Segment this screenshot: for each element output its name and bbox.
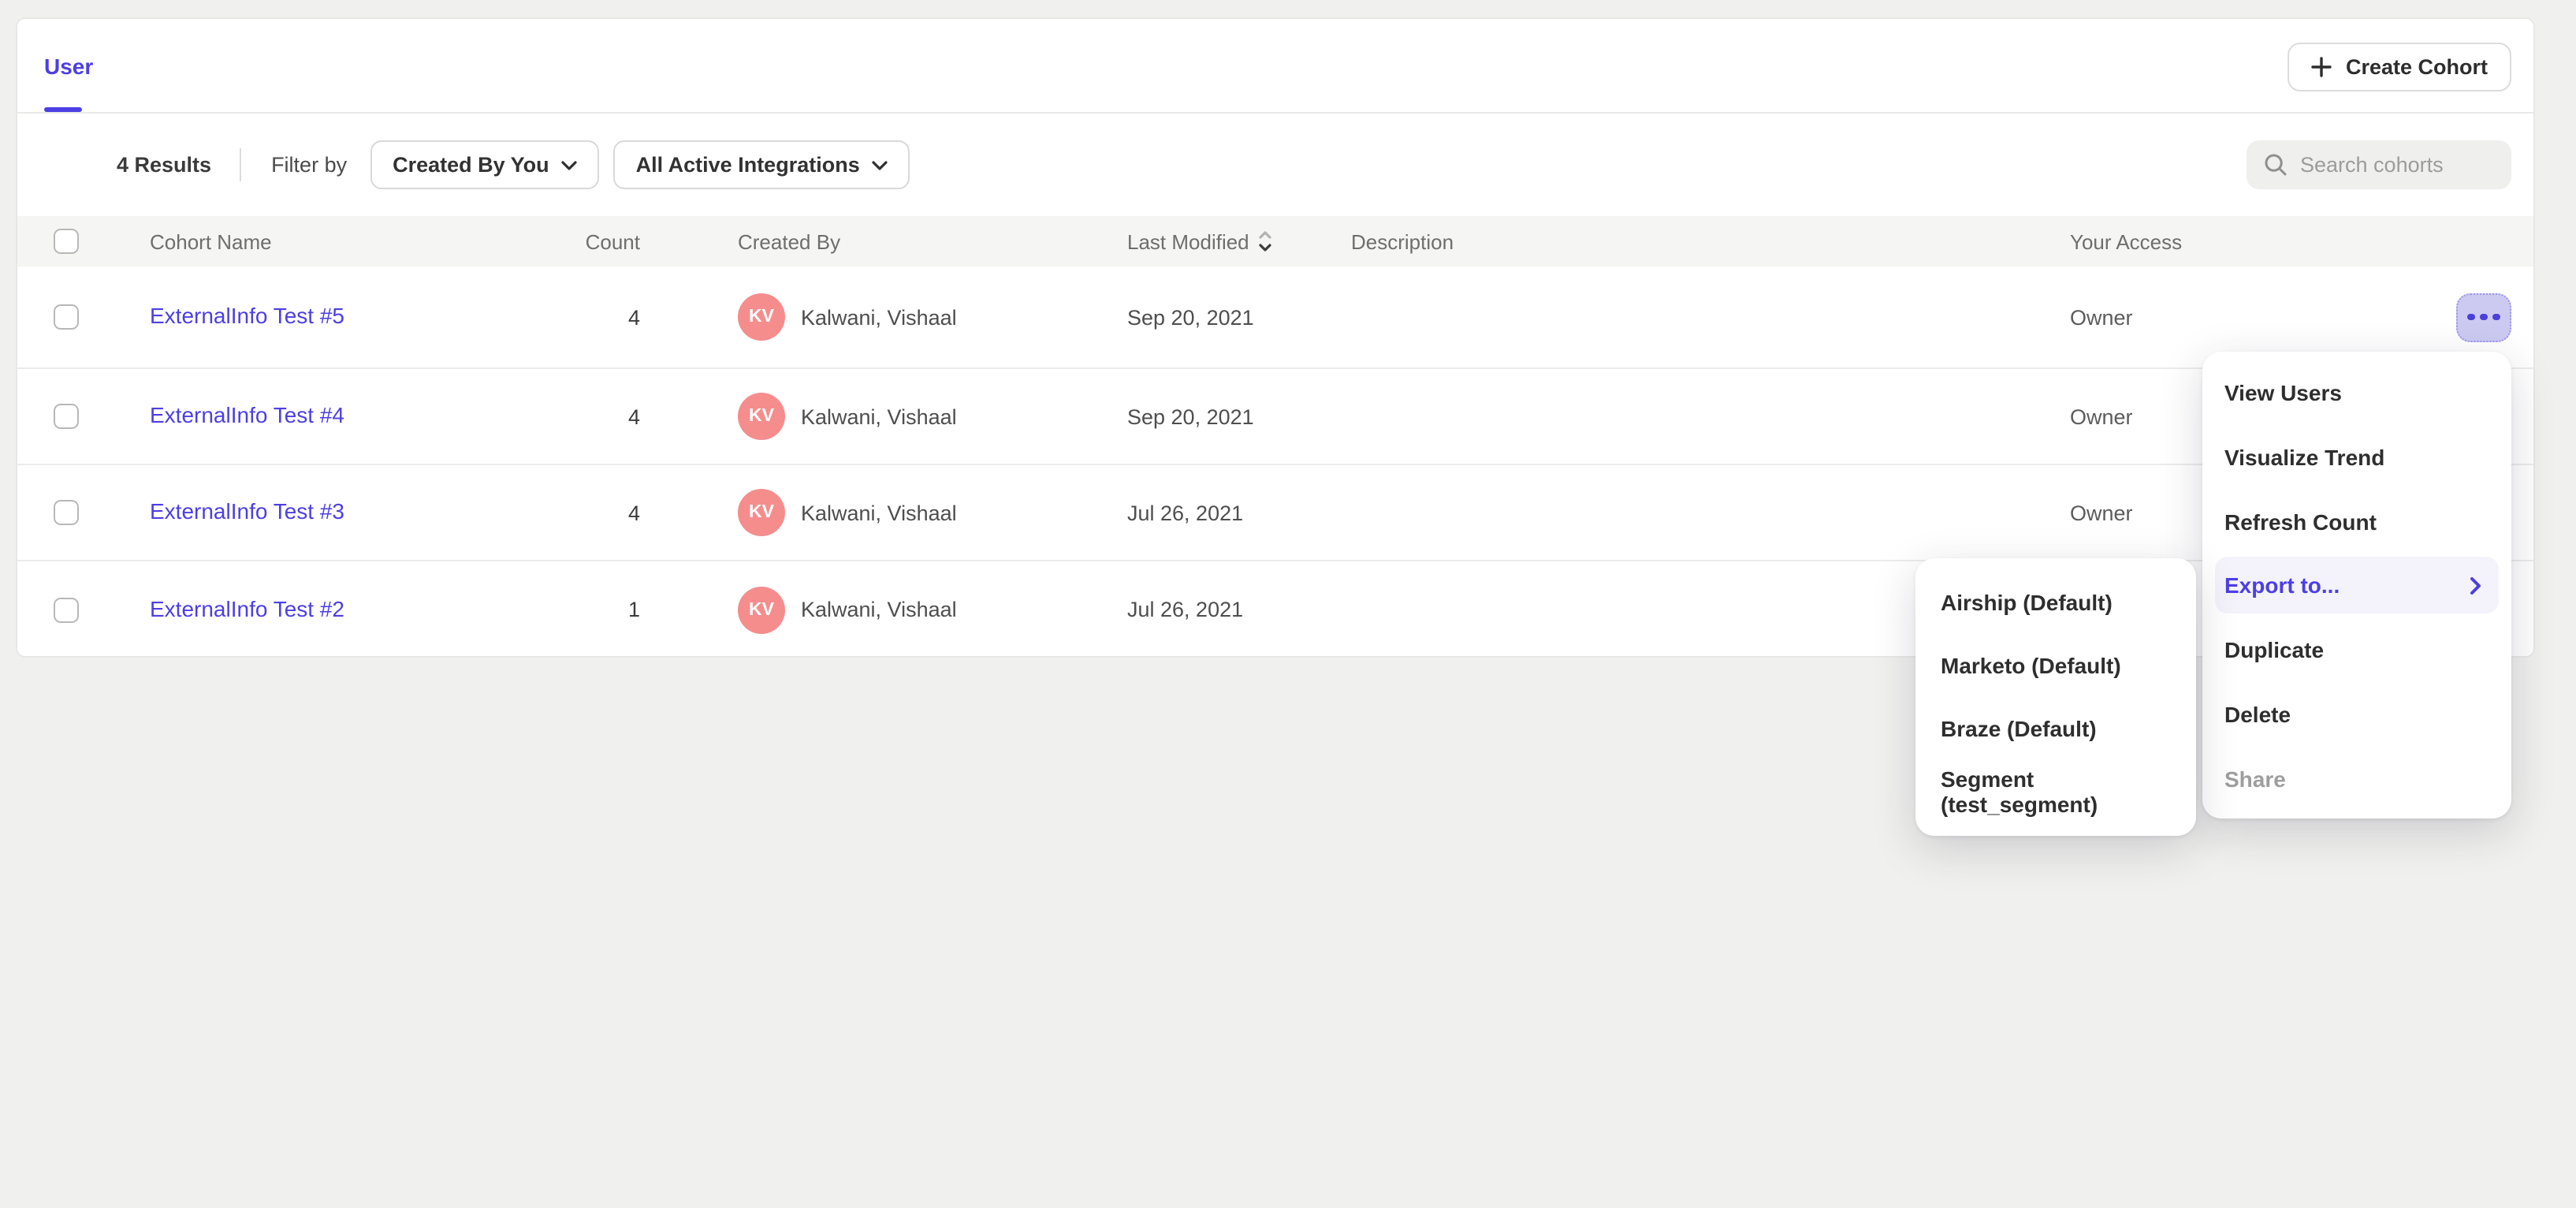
row-actions-button[interactable]: [2456, 293, 2511, 341]
created-by-name: Kalwani, Vishaal: [801, 598, 957, 621]
table-row: ExternalInfo Test #4 4 KV Kalwani, Visha…: [17, 369, 2533, 465]
menu-item-export-to[interactable]: Export to...: [2215, 557, 2499, 613]
ellipsis-icon: [2468, 314, 2475, 321]
tab-user-label: User: [44, 53, 93, 78]
chevron-down-icon: [562, 160, 578, 170]
last-modified-date: Jul 26, 2021: [1127, 501, 1351, 524]
create-cohort-button[interactable]: Create Cohort: [2288, 43, 2511, 91]
row-checkbox[interactable]: [54, 500, 79, 525]
cohort-count: 4: [553, 405, 640, 428]
create-cohort-label: Create Cohort: [2346, 55, 2488, 79]
submenu-item-braze[interactable]: Braze (Default): [1915, 697, 2196, 760]
integrations-filter-label: All Active Integrations: [636, 153, 860, 177]
avatar: KV: [738, 393, 785, 440]
row-checkbox[interactable]: [54, 597, 79, 622]
app-viewport: User Create Cohort 4 Results Filter by C…: [0, 0, 2576, 1208]
menu-item-delete[interactable]: Delete: [2215, 681, 2499, 746]
active-tab-underline: [44, 107, 82, 112]
search-icon: [2264, 153, 2288, 177]
created-by-filter-label: Created By You: [393, 153, 549, 177]
chevron-down-icon: [873, 160, 888, 170]
row-checkbox[interactable]: [54, 304, 79, 330]
results-count: 4 Results: [117, 153, 211, 177]
last-modified-date: Sep 20, 2021: [1127, 405, 1351, 428]
created-by-name: Kalwani, Vishaal: [801, 405, 957, 428]
integrations-filter-dropdown[interactable]: All Active Integrations: [614, 140, 910, 189]
chevron-right-icon: [2470, 576, 2481, 594]
column-header-description[interactable]: Description: [1351, 229, 2070, 253]
column-header-count[interactable]: Count: [553, 229, 640, 253]
cohort-name-link[interactable]: ExternalInfo Test #5: [150, 303, 344, 328]
column-header-cohort-name[interactable]: Cohort Name: [112, 229, 553, 253]
cohort-count: 1: [553, 598, 640, 621]
access-level: Owner: [2070, 305, 2456, 329]
menu-item-duplicate[interactable]: Duplicate: [2215, 617, 2499, 681]
export-submenu: Airship (Default) Marketo (Default) Braz…: [1915, 558, 2196, 836]
menu-item-visualize-trend[interactable]: Visualize Trend: [2215, 424, 2499, 489]
column-header-your-access[interactable]: Your Access: [2070, 229, 2456, 253]
cohort-name-link[interactable]: ExternalInfo Test #2: [150, 595, 344, 621]
cohort-count: 4: [553, 501, 640, 524]
submenu-item-marketo[interactable]: Marketo (Default): [1915, 634, 2196, 697]
submenu-item-airship[interactable]: Airship (Default): [1915, 571, 2196, 634]
submenu-item-segment[interactable]: Segment (test_segment): [1915, 760, 2196, 823]
plus-icon: [2311, 57, 2332, 77]
filter-by-label: Filter by: [271, 153, 347, 177]
search-input[interactable]: [2300, 153, 2494, 177]
cohort-count: 4: [553, 305, 640, 329]
tab-user[interactable]: User: [44, 19, 93, 112]
menu-item-share: Share: [2215, 746, 2499, 811]
menu-item-export-to-label: Export to...: [2224, 572, 2340, 598]
search-box: [2247, 140, 2511, 189]
created-by-name: Kalwani, Vishaal: [801, 501, 957, 524]
last-modified-date: Sep 20, 2021: [1127, 305, 1351, 329]
select-all-checkbox[interactable]: [54, 229, 79, 254]
menu-item-view-users[interactable]: View Users: [2215, 360, 2499, 424]
created-by-name: Kalwani, Vishaal: [801, 305, 957, 329]
avatar: KV: [738, 489, 785, 536]
cohort-name-link[interactable]: ExternalInfo Test #3: [150, 498, 344, 524]
menu-item-refresh-count[interactable]: Refresh Count: [2215, 489, 2499, 554]
avatar: KV: [738, 586, 785, 633]
toolbar: 4 Results Filter by Created By You All A…: [17, 114, 2533, 216]
table-row: ExternalInfo Test #5 4 KV Kalwani, Visha…: [17, 267, 2533, 369]
toolbar-divider: [240, 148, 241, 181]
column-header-last-modified[interactable]: Last Modified: [1127, 229, 1249, 253]
column-header-created-by[interactable]: Created By: [640, 229, 1127, 253]
avatar: KV: [738, 293, 785, 341]
table-header: Cohort Name Count Created By Last Modifi…: [17, 216, 2533, 267]
table-row: ExternalInfo Test #3 4 KV Kalwani, Visha…: [17, 465, 2533, 561]
last-modified-date: Jul 26, 2021: [1127, 598, 1351, 621]
cohort-name-link[interactable]: ExternalInfo Test #4: [150, 402, 344, 427]
tab-bar: User Create Cohort: [17, 19, 2533, 114]
row-checkbox[interactable]: [54, 404, 79, 429]
created-by-filter-dropdown[interactable]: Created By You: [370, 140, 600, 189]
sort-desc-icon[interactable]: [1259, 230, 1273, 252]
row-context-menu: View Users Visualize Trend Refresh Count…: [2202, 352, 2511, 818]
